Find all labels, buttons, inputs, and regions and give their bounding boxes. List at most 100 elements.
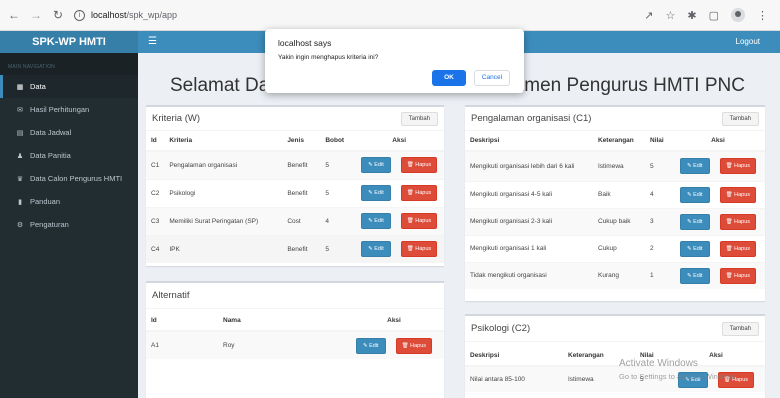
activate-windows-subtext: Go to Settings to activate Windows. bbox=[619, 372, 738, 381]
sidebar-item-hasil-perhitungan[interactable]: ✉ Hasil Perhitungan bbox=[0, 98, 138, 121]
kriteria-table: Id Kriteria Jenis Bobot Aksi C1 Pengalam… bbox=[146, 131, 444, 263]
kriteria-box: Kriteria (W) Tambah Id Kriteria Jenis Bo… bbox=[146, 105, 444, 266]
edit-button[interactable]: ✎ Edit bbox=[679, 186, 710, 203]
cell-id: C1 bbox=[146, 150, 165, 179]
sidebar-item-label: Data Calon Pengurus HMTI bbox=[30, 174, 123, 183]
app-logo[interactable]: SPK-WP HMTI bbox=[0, 31, 138, 53]
edit-button[interactable]: ✎ Edit bbox=[361, 241, 391, 258]
users-icon: ♛ bbox=[16, 175, 24, 183]
column-header: Bobot bbox=[320, 131, 355, 152]
cell-deskripsi: Mengikuti organisasi 2-3 kali bbox=[465, 207, 593, 235]
cell-nilai: 1 bbox=[645, 261, 671, 289]
cell-jenis: Cost bbox=[282, 206, 321, 235]
tambah-kriteria-button[interactable]: Tambah bbox=[400, 111, 438, 126]
url-text[interactable]: localhost/spk_wp/app bbox=[91, 10, 177, 20]
hapus-button[interactable]: 🗑 Hapus bbox=[400, 157, 438, 174]
more-menu-icon[interactable]: ⋮ bbox=[757, 9, 768, 22]
hapus-button[interactable]: 🗑 Hapus bbox=[719, 158, 757, 175]
column-header: Kriteria bbox=[164, 131, 283, 152]
back-arrow-icon[interactable]: ← bbox=[6, 8, 22, 22]
hapus-button[interactable]: 🗑 Hapus bbox=[400, 213, 438, 229]
edit-button[interactable]: ✎ Edit bbox=[679, 267, 710, 284]
hapus-button[interactable]: 🗑 Hapus bbox=[395, 337, 433, 354]
edit-button[interactable]: ✎ Edit bbox=[361, 157, 391, 174]
address-bar[interactable]: i localhost/spk_wp/app bbox=[74, 5, 644, 25]
pengalaman-box: Pengalaman organisasi (C1) Tambah Deskri… bbox=[465, 105, 765, 301]
table-row: C2 Psikologi Benefit 5 ✎ Edit 🗑 Hapus bbox=[146, 178, 444, 207]
hapus-button[interactable]: 🗑 Hapus bbox=[719, 267, 757, 284]
forward-arrow-icon[interactable]: → bbox=[28, 8, 44, 22]
cell-deskripsi: Mengikuti organisasi 4-5 kali bbox=[465, 180, 593, 208]
gear-icon: ⚙ bbox=[16, 221, 24, 229]
cell-kriteria: Memiliki Surat Peringatan (SP) bbox=[164, 206, 283, 235]
column-header: Nama bbox=[218, 311, 344, 332]
sidebar-item-data-calon-pengurus[interactable]: ♛ Data Calon Pengurus HMTI bbox=[0, 167, 138, 190]
edit-button[interactable]: ✎ Edit bbox=[679, 213, 710, 230]
psikologi-table: Deskripsi Keterangan Nilai Aksi Nilai an… bbox=[465, 346, 765, 392]
box-title: Pengalaman organisasi (C1) bbox=[471, 113, 592, 124]
box-title: Psikologi (C2) bbox=[471, 323, 531, 334]
edit-button[interactable]: ✎ Edit bbox=[361, 185, 391, 201]
column-header: Id bbox=[146, 131, 165, 152]
sidebar-item-label: Pengaturan bbox=[30, 220, 69, 229]
edit-button[interactable]: ✎ Edit bbox=[361, 213, 391, 229]
table-row: A1 Roy ✎ Edit 🗑 Hapus bbox=[146, 330, 444, 359]
user-icon: ♟ bbox=[16, 152, 24, 160]
bars-icon[interactable]: ☰ bbox=[148, 31, 157, 53]
cancel-button[interactable]: Cancel bbox=[474, 70, 510, 86]
hapus-button[interactable]: 🗑 Hapus bbox=[400, 241, 438, 258]
cell-deskripsi: Mengikuti organisasi lebih dari 6 kali bbox=[465, 150, 593, 181]
edit-button[interactable]: ✎ Edit bbox=[679, 158, 710, 175]
confirm-dialog: localhost says Yakin ingin menghapus kri… bbox=[265, 29, 524, 93]
column-header: Deskripsi bbox=[465, 346, 563, 367]
sidebar-item-data-panitia[interactable]: ♟ Data Panitia bbox=[0, 144, 138, 167]
cell-nilai: 4 bbox=[645, 180, 671, 208]
page-title: Selamat Da bbox=[170, 75, 270, 96]
column-header: Nilai bbox=[645, 131, 671, 152]
column-header: Aksi bbox=[671, 131, 765, 152]
cell-deskripsi: Tidak mengikuti organisasi bbox=[465, 261, 593, 289]
envelope-icon: ✉ bbox=[17, 106, 23, 114]
info-icon[interactable]: i bbox=[74, 9, 85, 21]
reload-icon[interactable]: ↻ bbox=[50, 8, 66, 22]
table-row: C3 Memiliki Surat Peringatan (SP) Cost 4… bbox=[146, 206, 444, 235]
sidepanel-icon[interactable]: ▢ bbox=[709, 9, 719, 22]
column-header: Aksi bbox=[354, 131, 444, 152]
table-row: C4 IPK Benefit 5 ✎ Edit 🗑 Hapus bbox=[146, 234, 444, 263]
tambah-pengalaman-button[interactable]: Tambah bbox=[721, 111, 759, 126]
tambah-psikologi-button[interactable]: Tambah bbox=[721, 321, 759, 336]
page-title-continued: tmen Pengurus HMTI PNC bbox=[519, 75, 745, 96]
sidebar-item-panduan[interactable]: ▮ Panduan bbox=[0, 190, 138, 213]
column-header: Aksi bbox=[344, 311, 444, 332]
psikologi-box: Psikologi (C2) Tambah Deskripsi Keterang… bbox=[465, 314, 765, 398]
table-row: Mengikuti organisasi 4-5 kali Baik 4 ✎ E… bbox=[465, 180, 765, 208]
extensions-icon[interactable]: ✱ bbox=[687, 9, 696, 22]
sidebar-item-data[interactable]: ▦ Data bbox=[0, 75, 138, 98]
cell-nilai: 2 bbox=[645, 234, 671, 262]
logout-link[interactable]: Logout bbox=[736, 31, 760, 53]
hapus-button[interactable]: 🗑 Hapus bbox=[400, 185, 438, 201]
cell-keterangan: Cukup baik bbox=[593, 207, 645, 235]
hapus-button[interactable]: 🗑 Hapus bbox=[719, 240, 757, 257]
cell-bobot: 5 bbox=[320, 150, 355, 179]
ok-button[interactable]: OK bbox=[432, 70, 466, 86]
cell-deskripsi: Mengikuti organisasi 1 kali bbox=[465, 234, 593, 262]
table-icon: ▦ bbox=[16, 83, 24, 91]
activate-windows-watermark: Activate Windows bbox=[619, 358, 698, 369]
sidebar-item-data-jadwal[interactable]: ▤ Data Jadwal bbox=[0, 121, 138, 144]
star-icon[interactable]: ☆ bbox=[666, 9, 676, 22]
profile-icon[interactable] bbox=[731, 8, 745, 22]
cell-id: C4 bbox=[146, 234, 165, 263]
column-header: Deskripsi bbox=[465, 131, 593, 152]
cell-keterangan: Kurang bbox=[593, 261, 645, 289]
edit-button[interactable]: ✎ Edit bbox=[355, 337, 386, 354]
share-icon[interactable]: ↗ bbox=[644, 9, 653, 22]
table-row: C1 Pengalaman organisasi Benefit 5 ✎ Edi… bbox=[146, 150, 444, 179]
table-row: Mengikuti organisasi lebih dari 6 kali I… bbox=[465, 150, 765, 181]
cell-bobot: 5 bbox=[320, 178, 355, 207]
edit-button[interactable]: ✎ Edit bbox=[679, 240, 710, 257]
sidebar-item-pengaturan[interactable]: ⚙ Pengaturan bbox=[0, 213, 138, 236]
hapus-button[interactable]: 🗑 Hapus bbox=[719, 213, 757, 230]
hapus-button[interactable]: 🗑 Hapus bbox=[719, 186, 757, 203]
cell-nama: Roy bbox=[218, 330, 344, 359]
